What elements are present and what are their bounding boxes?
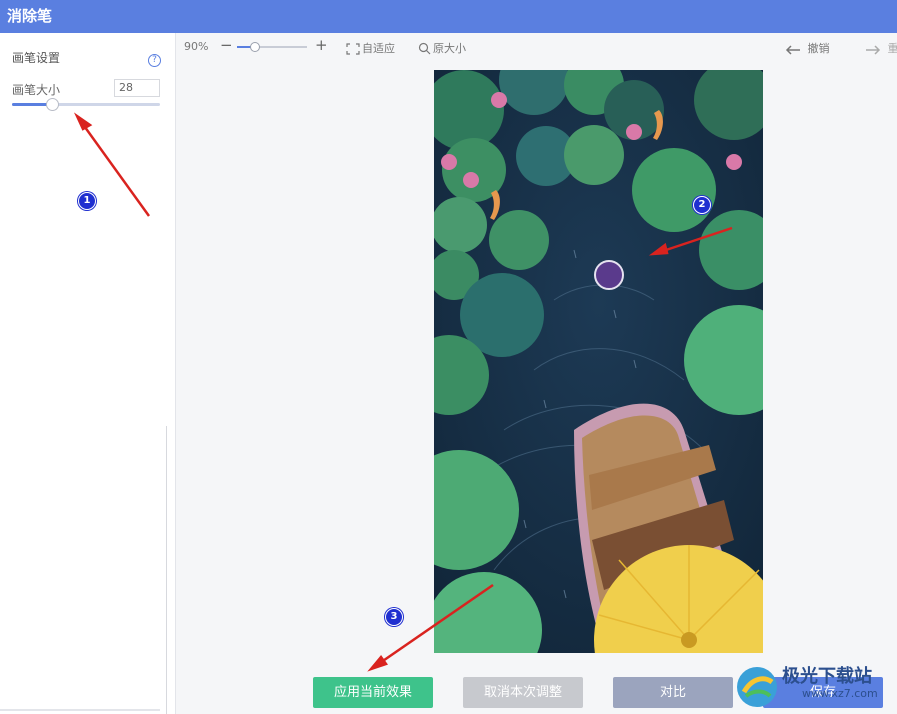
- cancel-adjustment-button[interactable]: 取消本次调整: [463, 677, 583, 708]
- arrow-3-head: [367, 654, 389, 672]
- original-size-button[interactable]: 原大小: [418, 40, 466, 56]
- zoom-out-button[interactable]: −: [220, 36, 233, 54]
- magnifier-icon: [418, 42, 431, 55]
- zoom-slider[interactable]: [237, 42, 307, 52]
- annotation-badge-2: 2: [693, 196, 711, 214]
- fit-button[interactable]: 自适应: [346, 40, 395, 56]
- brush-size-label: 画笔大小: [12, 83, 61, 97]
- zoom-in-button[interactable]: +: [315, 36, 328, 54]
- zoom-slider-handle[interactable]: [249, 42, 260, 52]
- redo-label: 重: [887, 42, 897, 55]
- fit-label: 自适应: [362, 42, 395, 55]
- redo-button[interactable]: 重: [864, 40, 897, 56]
- brush-size-slider[interactable]: [12, 98, 160, 111]
- zoom-value: 90%: [184, 40, 209, 53]
- sidebar-bottom-bar: [0, 709, 160, 711]
- window-title: 消除笔: [7, 7, 53, 25]
- help-circle-icon[interactable]: ?: [148, 54, 161, 67]
- watermark-text: 极光下载站: [782, 666, 872, 687]
- fit-screen-icon: [346, 43, 360, 55]
- canvas-toolbar: 90% − + 自适应 原大小 撤销 重: [176, 33, 897, 61]
- sidebar-divider: [166, 426, 167, 714]
- annotation-badge-1: 1: [78, 192, 96, 210]
- watermark: 极光下载站 www.xz7.com: [732, 660, 897, 714]
- brush-settings-title: 画笔设置: [12, 51, 61, 65]
- undo-arrow-icon: [785, 45, 800, 55]
- watermark-logo-icon: [737, 667, 777, 707]
- undo-label: 撤销: [807, 42, 830, 55]
- title-bar: 消除笔: [0, 0, 897, 33]
- brush-size-input[interactable]: 28: [114, 79, 160, 97]
- sidebar: 画笔设置 ? 画笔大小 28: [0, 33, 176, 714]
- undo-button[interactable]: 撤销: [784, 40, 830, 56]
- canvas-image[interactable]: [434, 70, 763, 653]
- apply-effect-button[interactable]: 应用当前效果: [313, 677, 433, 708]
- brush-size-slider-handle[interactable]: [45, 98, 59, 111]
- original-size-label: 原大小: [433, 42, 466, 55]
- annotation-badge-3: 3: [385, 608, 403, 626]
- watermark-url: www.xz7.com: [802, 687, 878, 700]
- redo-arrow-icon: [866, 45, 881, 55]
- compare-button[interactable]: 对比: [613, 677, 733, 708]
